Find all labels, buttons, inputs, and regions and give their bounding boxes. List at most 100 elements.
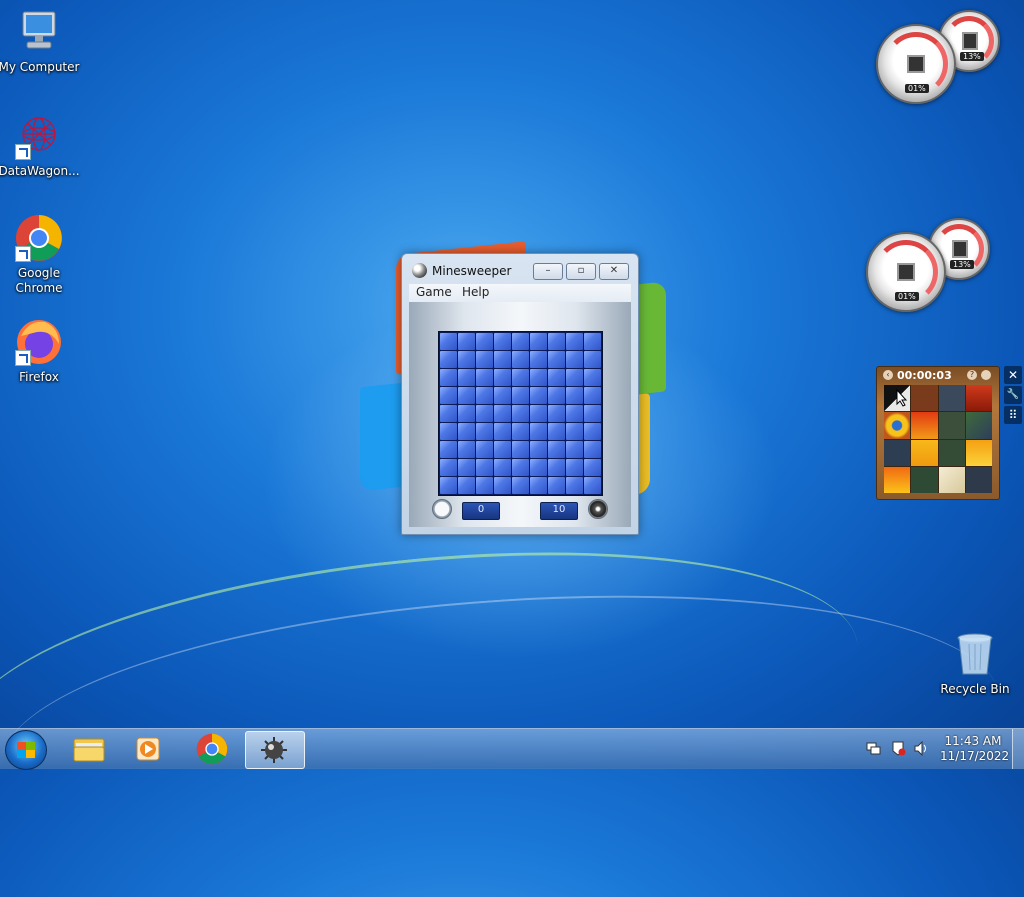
desktop-icon-firefox[interactable]: Firefox [0, 318, 81, 385]
gadget-close-button[interactable]: ✕ [1004, 366, 1022, 384]
close-button[interactable]: ✕ [599, 263, 629, 280]
mine-cell[interactable] [530, 477, 547, 494]
mine-cell[interactable] [512, 333, 529, 350]
minimize-button[interactable]: – [533, 263, 563, 280]
mine-cell[interactable] [548, 387, 565, 404]
mine-cell[interactable] [548, 333, 565, 350]
mine-cell[interactable] [512, 459, 529, 476]
desktop-icon-recycle-bin[interactable]: Recycle Bin [933, 630, 1017, 697]
mine-cell[interactable] [494, 423, 511, 440]
mine-cell[interactable] [566, 369, 583, 386]
mine-cell[interactable] [494, 459, 511, 476]
action-center-icon[interactable] [866, 741, 881, 756]
shuffle-icon[interactable] [981, 370, 991, 380]
mine-cell[interactable] [566, 441, 583, 458]
mine-cell[interactable] [476, 369, 493, 386]
mine-cell[interactable] [458, 351, 475, 368]
mine-cell[interactable] [458, 369, 475, 386]
mine-cell[interactable] [566, 333, 583, 350]
puzzle-tile[interactable] [884, 412, 911, 439]
mine-cell[interactable] [548, 423, 565, 440]
mine-cell[interactable] [476, 333, 493, 350]
mine-cell[interactable] [494, 441, 511, 458]
puzzle-empty-slot[interactable] [911, 385, 938, 412]
puzzle-tile[interactable] [965, 439, 992, 466]
mine-cell[interactable] [512, 441, 529, 458]
mine-cell[interactable] [494, 405, 511, 422]
mine-cell[interactable] [584, 477, 601, 494]
mine-cell[interactable] [566, 387, 583, 404]
mine-cell[interactable] [512, 477, 529, 494]
taskbar-chrome-button[interactable] [183, 731, 241, 767]
puzzle-tile[interactable] [911, 466, 938, 493]
mine-cell[interactable] [584, 441, 601, 458]
mine-cell[interactable] [530, 441, 547, 458]
puzzle-tile[interactable] [965, 385, 992, 412]
mine-cell[interactable] [458, 459, 475, 476]
puzzle-tile[interactable] [911, 412, 938, 439]
mine-cell[interactable] [476, 441, 493, 458]
mine-cell[interactable] [494, 333, 511, 350]
mine-cell[interactable] [440, 423, 457, 440]
gadget-drag-handle[interactable]: ⠿ [1004, 406, 1022, 424]
system-clock[interactable]: 11:43 AM 11/17/2022 [940, 734, 1009, 764]
start-button[interactable] [5, 730, 47, 770]
restore-button[interactable]: ▫ [566, 263, 596, 280]
back-arrow-icon[interactable]: ‹ [883, 370, 893, 380]
mine-cell[interactable] [548, 477, 565, 494]
mine-cell[interactable] [584, 351, 601, 368]
mine-cell[interactable] [440, 333, 457, 350]
mine-cell[interactable] [458, 477, 475, 494]
mine-cell[interactable] [476, 423, 493, 440]
mine-cell[interactable] [476, 459, 493, 476]
puzzle-tile[interactable] [965, 412, 992, 439]
network-icon[interactable] [891, 741, 906, 756]
taskbar-explorer-button[interactable] [60, 731, 118, 767]
mine-cell[interactable] [584, 405, 601, 422]
mine-cell[interactable] [584, 387, 601, 404]
mine-cell[interactable] [440, 405, 457, 422]
mine-cell[interactable] [458, 387, 475, 404]
menu-help[interactable]: Help [462, 285, 489, 299]
mine-cell[interactable] [530, 423, 547, 440]
mine-cell[interactable] [512, 423, 529, 440]
help-icon[interactable]: ? [967, 370, 977, 380]
desktop-icon-google-chrome[interactable]: Google Chrome [0, 214, 81, 296]
mine-cell[interactable] [530, 333, 547, 350]
mine-cell[interactable] [512, 351, 529, 368]
puzzle-tile[interactable] [884, 439, 911, 466]
mine-cell[interactable] [512, 369, 529, 386]
mine-cell[interactable] [584, 333, 601, 350]
mine-cell[interactable] [548, 405, 565, 422]
mine-cell[interactable] [494, 351, 511, 368]
puzzle-tile[interactable] [938, 412, 965, 439]
volume-icon[interactable] [914, 741, 929, 756]
taskbar-minesweeper-button[interactable] [245, 731, 305, 769]
mine-cell[interactable] [566, 351, 583, 368]
mine-cell[interactable] [476, 405, 493, 422]
mine-cell[interactable] [440, 351, 457, 368]
mine-cell[interactable] [458, 333, 475, 350]
mine-cell[interactable] [584, 459, 601, 476]
mine-cell[interactable] [566, 405, 583, 422]
mine-cell[interactable] [530, 387, 547, 404]
mine-cell[interactable] [512, 405, 529, 422]
mine-cell[interactable] [440, 369, 457, 386]
puzzle-tile[interactable] [938, 466, 965, 493]
mine-cell[interactable] [530, 351, 547, 368]
title-bar[interactable]: Minesweeper – ▫ ✕ [402, 254, 638, 284]
puzzle-tile[interactable] [965, 466, 992, 493]
mine-cell[interactable] [440, 477, 457, 494]
mine-cell[interactable] [530, 405, 547, 422]
mine-cell[interactable] [548, 459, 565, 476]
mine-cell[interactable] [476, 387, 493, 404]
mine-cell[interactable] [440, 441, 457, 458]
mine-cell[interactable] [548, 369, 565, 386]
mine-cell[interactable] [440, 459, 457, 476]
gadget-options-button[interactable]: 🔧 [1004, 386, 1022, 404]
puzzle-tile[interactable] [911, 439, 938, 466]
desktop-icon-datawagon[interactable]: DataWagon... [0, 112, 81, 179]
mine-cell[interactable] [566, 423, 583, 440]
mine-cell[interactable] [584, 423, 601, 440]
taskbar-media-player-button[interactable] [120, 731, 178, 767]
